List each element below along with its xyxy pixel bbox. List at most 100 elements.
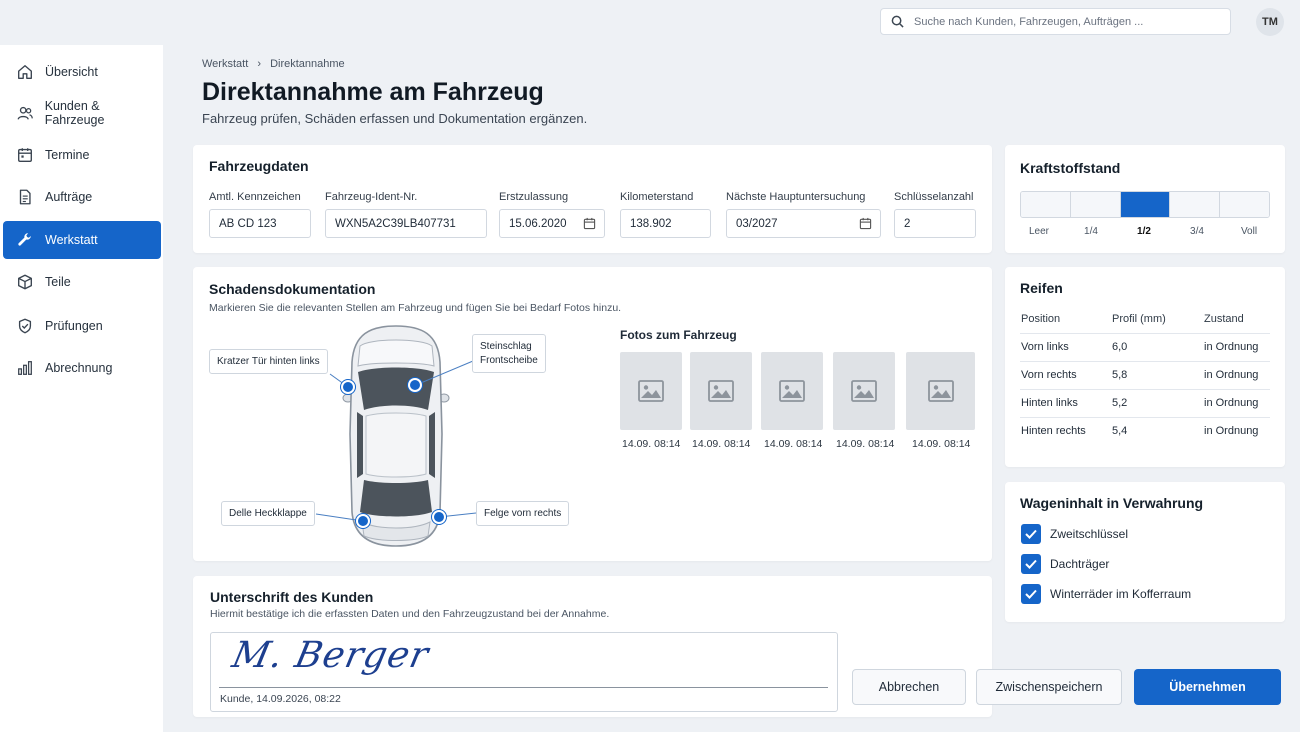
photo-thumbnail[interactable] bbox=[620, 352, 682, 430]
sidebar-item-label: Kunden & Fahrzeuge bbox=[44, 99, 105, 127]
vin-field[interactable]: WXN5A2C39LB407731 bbox=[325, 209, 487, 238]
signature-text: M. Berger bbox=[228, 635, 433, 676]
damage-marker[interactable] bbox=[356, 514, 370, 528]
sidebar-item-kunden[interactable]: Kunden & Fahrzeuge bbox=[3, 94, 161, 132]
damage-marker[interactable] bbox=[341, 380, 355, 394]
photo-thumbnail[interactable] bbox=[906, 352, 975, 430]
photo-timestamp: 14.09. 08:14 bbox=[622, 438, 681, 450]
inspection-field[interactable]: 03/2027 bbox=[726, 209, 881, 238]
tire-position: Vorn rechts bbox=[1021, 369, 1077, 381]
photo-timestamp: 14.09. 08:14 bbox=[692, 438, 751, 450]
damage-marker[interactable] bbox=[432, 510, 446, 524]
fuel-segment[interactable] bbox=[1070, 192, 1121, 217]
calendar-icon[interactable] bbox=[859, 217, 872, 230]
sidebar-item-uebersicht[interactable]: Übersicht bbox=[3, 53, 161, 91]
tire-profile: 5,2 bbox=[1112, 397, 1128, 409]
plate-label: Amtl. Kennzeichen bbox=[209, 191, 301, 203]
image-placeholder-icon bbox=[927, 380, 954, 402]
tires-table-header: Position Profil (mm) Zustand bbox=[1020, 306, 1270, 334]
fuel-label-selected: 1/2 bbox=[1137, 226, 1151, 237]
column-header: Profil (mm) bbox=[1112, 313, 1166, 325]
sidebar-item-auftraege[interactable]: Aufträge bbox=[3, 178, 161, 216]
image-placeholder-icon bbox=[779, 380, 805, 402]
sidebar-item-pruefungen[interactable]: Prüfungen bbox=[3, 307, 161, 345]
photo-thumbnail[interactable] bbox=[833, 352, 895, 430]
photo-thumbnail[interactable] bbox=[690, 352, 752, 430]
fuel-segment[interactable] bbox=[1220, 192, 1269, 217]
photo-timestamp: 14.09. 08:14 bbox=[912, 438, 971, 450]
users-icon bbox=[15, 103, 35, 123]
photos-title: Fotos zum Fahrzeug bbox=[620, 328, 737, 342]
keys-field[interactable]: 2 bbox=[894, 209, 976, 238]
fuel-segment[interactable] bbox=[1170, 192, 1221, 217]
search-input[interactable] bbox=[914, 15, 1214, 28]
checkbox-item[interactable]: Dachträger bbox=[1021, 554, 1109, 574]
tire-condition: in Ordnung bbox=[1204, 425, 1259, 437]
image-placeholder-icon bbox=[708, 380, 734, 402]
vehicle-card-title: Fahrzeugdaten bbox=[209, 158, 309, 174]
image-placeholder-icon bbox=[638, 380, 664, 402]
sidebar-item-werkstatt[interactable]: Werkstatt bbox=[3, 221, 161, 259]
photo-timestamp: 14.09. 08:14 bbox=[764, 438, 823, 450]
sidebar-item-abrechnung[interactable]: Abrechnung bbox=[3, 349, 161, 387]
tires-card-title: Reifen bbox=[1020, 280, 1063, 296]
damage-callout[interactable]: Felge vorn rechts bbox=[476, 501, 570, 526]
checkbox-item[interactable]: Zweitschlüssel bbox=[1021, 524, 1128, 544]
checkbox-checked[interactable] bbox=[1021, 554, 1041, 574]
table-row: Hinten rechts 5,4 in Ordnung bbox=[1020, 418, 1270, 446]
signature-line bbox=[219, 687, 828, 688]
tire-profile: 6,0 bbox=[1112, 341, 1128, 353]
damage-callout[interactable]: Kratzer Tür hinten links bbox=[209, 349, 328, 374]
image-placeholder-icon bbox=[851, 380, 877, 402]
sidebar-item-termine[interactable]: Termine bbox=[3, 136, 161, 174]
tire-position: Hinten links bbox=[1021, 397, 1078, 409]
signature-pad[interactable]: M. Berger Kunde, 14.09.2026, 08:22 bbox=[210, 632, 838, 712]
sidebar-item-label: Teile bbox=[45, 275, 71, 289]
keys-label: Schlüsselanzahl bbox=[894, 191, 974, 203]
mileage-label: Kilometerstand bbox=[620, 191, 694, 203]
fuel-label: Voll bbox=[1240, 226, 1258, 237]
mileage-field[interactable]: 138.902 bbox=[620, 209, 711, 238]
checkbox-label: Dachträger bbox=[1050, 557, 1110, 571]
signature-caption: Kunde, 14.09.2026, 08:22 bbox=[220, 693, 341, 705]
document-icon bbox=[15, 187, 35, 207]
search-box[interactable] bbox=[880, 8, 1231, 35]
sidebar-item-label: Abrechnung bbox=[45, 361, 113, 375]
tire-position: Vorn links bbox=[1021, 341, 1069, 353]
registration-field[interactable]: 15.06.2020 bbox=[499, 209, 605, 238]
tire-condition: in Ordnung bbox=[1204, 369, 1259, 381]
signature-card-title: Unterschrift des Kunden bbox=[210, 589, 374, 605]
fuel-level-selector[interactable] bbox=[1020, 191, 1270, 218]
fuel-segment-selected[interactable] bbox=[1120, 192, 1171, 217]
photo-thumbnail[interactable] bbox=[761, 352, 823, 430]
fuel-segment[interactable] bbox=[1021, 192, 1071, 217]
sidebar-item-teile[interactable]: Teile bbox=[3, 263, 161, 301]
checkbox-checked[interactable] bbox=[1021, 524, 1041, 544]
tire-condition: in Ordnung bbox=[1204, 397, 1259, 409]
checkbox-item[interactable]: Winterräder im Kofferraum bbox=[1021, 584, 1191, 604]
cancel-button[interactable]: Abbrechen bbox=[852, 669, 966, 705]
calendar-icon[interactable] bbox=[583, 217, 596, 230]
checkbox-checked[interactable] bbox=[1021, 584, 1041, 604]
table-row: Vorn rechts 5,8 in Ordnung bbox=[1020, 362, 1270, 390]
damage-callout[interactable]: Steinschlag Frontscheibe bbox=[472, 334, 546, 373]
signature-hint: Hiermit bestätige ich die erfassten Date… bbox=[210, 608, 610, 620]
damage-callout[interactable]: Delle Heckklappe bbox=[221, 501, 315, 526]
wrench-icon bbox=[15, 230, 35, 250]
save-draft-button[interactable]: Zwischenspeichern bbox=[976, 669, 1122, 705]
damage-marker[interactable] bbox=[408, 378, 422, 392]
submit-button[interactable]: Übernehmen bbox=[1134, 669, 1281, 705]
table-row: Hinten links 5,2 in Ordnung bbox=[1020, 390, 1270, 418]
table-row: Vorn links 6,0 in Ordnung bbox=[1020, 334, 1270, 362]
plate-field[interactable]: AB CD 123 bbox=[209, 209, 311, 238]
home-icon bbox=[15, 62, 35, 82]
registration-label: Erstzulassung bbox=[499, 191, 569, 203]
tire-profile: 5,4 bbox=[1112, 425, 1128, 437]
avatar[interactable]: TM bbox=[1256, 8, 1284, 36]
breadcrumb: Werkstatt › Direktannahme bbox=[202, 58, 345, 70]
inspection-label: Nächste Hauptuntersuchung bbox=[726, 191, 866, 203]
check-icon bbox=[1025, 529, 1037, 539]
damage-card-title: Schadensdokumentation bbox=[209, 281, 376, 297]
breadcrumb-root[interactable]: Werkstatt bbox=[202, 58, 248, 70]
tire-condition: in Ordnung bbox=[1204, 341, 1259, 353]
